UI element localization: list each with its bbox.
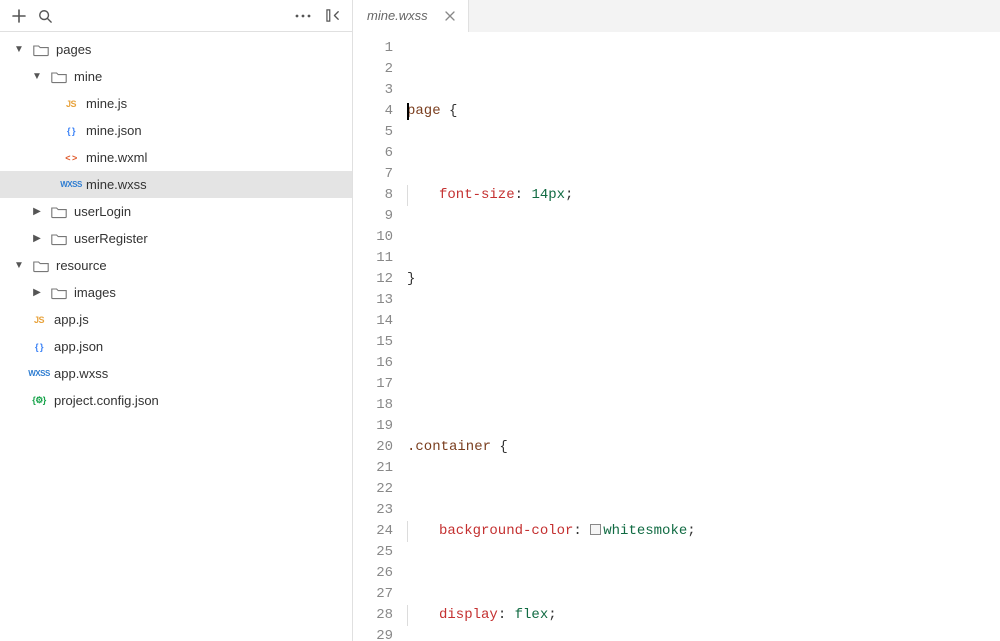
- line-number: 13: [353, 290, 393, 311]
- line-number: 2: [353, 59, 393, 80]
- line-number: 24: [353, 521, 393, 542]
- line-number: 5: [353, 122, 393, 143]
- chevron-down-icon: ▼: [30, 71, 44, 82]
- folder-open-icon: [50, 68, 68, 86]
- wxss-file-icon: WXSS: [30, 365, 48, 383]
- file-app-js[interactable]: JS app.js: [0, 306, 352, 333]
- folder-open-icon: [32, 41, 50, 59]
- color-swatch-icon: [590, 524, 601, 535]
- file-mine-wxml[interactable]: < > mine.wxml: [0, 144, 352, 171]
- file-label: mine.json: [86, 123, 142, 138]
- file-label: app.js: [54, 312, 89, 327]
- folder-label: resource: [56, 258, 107, 273]
- text-cursor: [407, 103, 409, 120]
- line-number: 9: [353, 206, 393, 227]
- folder-pages[interactable]: ▼ pages: [0, 36, 352, 63]
- chevron-right-icon: ▶: [30, 287, 44, 298]
- wxss-file-icon: WXSS: [62, 176, 80, 194]
- code-editor[interactable]: 1234567891011121314151617181920212223242…: [353, 32, 1000, 641]
- folder-userRegister[interactable]: ▶ userRegister: [0, 225, 352, 252]
- folder-label: pages: [56, 42, 91, 57]
- top-bar: mine.wxss: [0, 0, 1000, 32]
- file-mine-json[interactable]: { } mine.json: [0, 117, 352, 144]
- collapse-sidebar-button[interactable]: [320, 3, 346, 29]
- line-number: 20: [353, 437, 393, 458]
- code-content[interactable]: page { font-size: 14px; } .container { b…: [405, 32, 1000, 641]
- line-gutter: 1234567891011121314151617181920212223242…: [353, 32, 405, 641]
- sidebar-toolbar: [0, 0, 353, 32]
- main-area: ▼ pages ▼ mine JS mine.js { } mine.json …: [0, 32, 1000, 641]
- close-tab-button[interactable]: [442, 8, 458, 24]
- line-number: 16: [353, 353, 393, 374]
- file-mine-wxss[interactable]: WXSS mine.wxss: [0, 171, 352, 198]
- folder-userLogin[interactable]: ▶ userLogin: [0, 198, 352, 225]
- file-explorer[interactable]: ▼ pages ▼ mine JS mine.js { } mine.json …: [0, 32, 353, 641]
- folder-resource[interactable]: ▼ resource: [0, 252, 352, 279]
- line-number: 25: [353, 542, 393, 563]
- line-number: 4: [353, 101, 393, 122]
- line-number: 1: [353, 38, 393, 59]
- chevron-down-icon: ▼: [12, 260, 26, 271]
- line-number: 19: [353, 416, 393, 437]
- line-number: 28: [353, 605, 393, 626]
- json-file-icon: { }: [62, 122, 80, 140]
- tab-mine-wxss[interactable]: mine.wxss: [353, 0, 469, 32]
- wxml-file-icon: < >: [62, 149, 80, 167]
- file-app-json[interactable]: { } app.json: [0, 333, 352, 360]
- js-file-icon: JS: [30, 311, 48, 329]
- folder-mine[interactable]: ▼ mine: [0, 63, 352, 90]
- config-file-icon: {⚙}: [30, 392, 48, 410]
- js-file-icon: JS: [62, 95, 80, 113]
- line-number: 3: [353, 80, 393, 101]
- folder-images[interactable]: ▶ images: [0, 279, 352, 306]
- line-number: 11: [353, 248, 393, 269]
- json-file-icon: { }: [30, 338, 48, 356]
- line-number: 14: [353, 311, 393, 332]
- line-number: 22: [353, 479, 393, 500]
- line-number: 7: [353, 164, 393, 185]
- file-label: app.wxss: [54, 366, 108, 381]
- file-label: project.config.json: [54, 393, 159, 408]
- line-number: 15: [353, 332, 393, 353]
- folder-label: userLogin: [74, 204, 131, 219]
- line-number: 12: [353, 269, 393, 290]
- folder-icon: [50, 230, 68, 248]
- folder-open-icon: [32, 257, 50, 275]
- line-number: 23: [353, 500, 393, 521]
- line-number: 18: [353, 395, 393, 416]
- new-file-button[interactable]: [6, 3, 32, 29]
- file-project-config[interactable]: {⚙} project.config.json: [0, 387, 352, 414]
- tab-title: mine.wxss: [367, 8, 428, 23]
- file-label: mine.wxss: [86, 177, 147, 192]
- file-label: mine.js: [86, 96, 127, 111]
- line-number: 26: [353, 563, 393, 584]
- folder-icon: [50, 203, 68, 221]
- folder-icon: [50, 284, 68, 302]
- line-number: 17: [353, 374, 393, 395]
- chevron-right-icon: ▶: [30, 233, 44, 244]
- search-button[interactable]: [32, 3, 58, 29]
- file-label: mine.wxml: [86, 150, 147, 165]
- chevron-down-icon: ▼: [12, 44, 26, 55]
- line-number: 27: [353, 584, 393, 605]
- line-number: 29: [353, 626, 393, 641]
- line-number: 8: [353, 185, 393, 206]
- file-label: app.json: [54, 339, 103, 354]
- more-actions-button[interactable]: [290, 3, 316, 29]
- line-number: 21: [353, 458, 393, 479]
- line-number: 10: [353, 227, 393, 248]
- folder-label: mine: [74, 69, 102, 84]
- folder-label: userRegister: [74, 231, 148, 246]
- folder-label: images: [74, 285, 116, 300]
- line-number: 6: [353, 143, 393, 164]
- file-mine-js[interactable]: JS mine.js: [0, 90, 352, 117]
- file-app-wxss[interactable]: WXSS app.wxss: [0, 360, 352, 387]
- chevron-right-icon: ▶: [30, 206, 44, 217]
- editor-tabs: mine.wxss: [353, 0, 1000, 32]
